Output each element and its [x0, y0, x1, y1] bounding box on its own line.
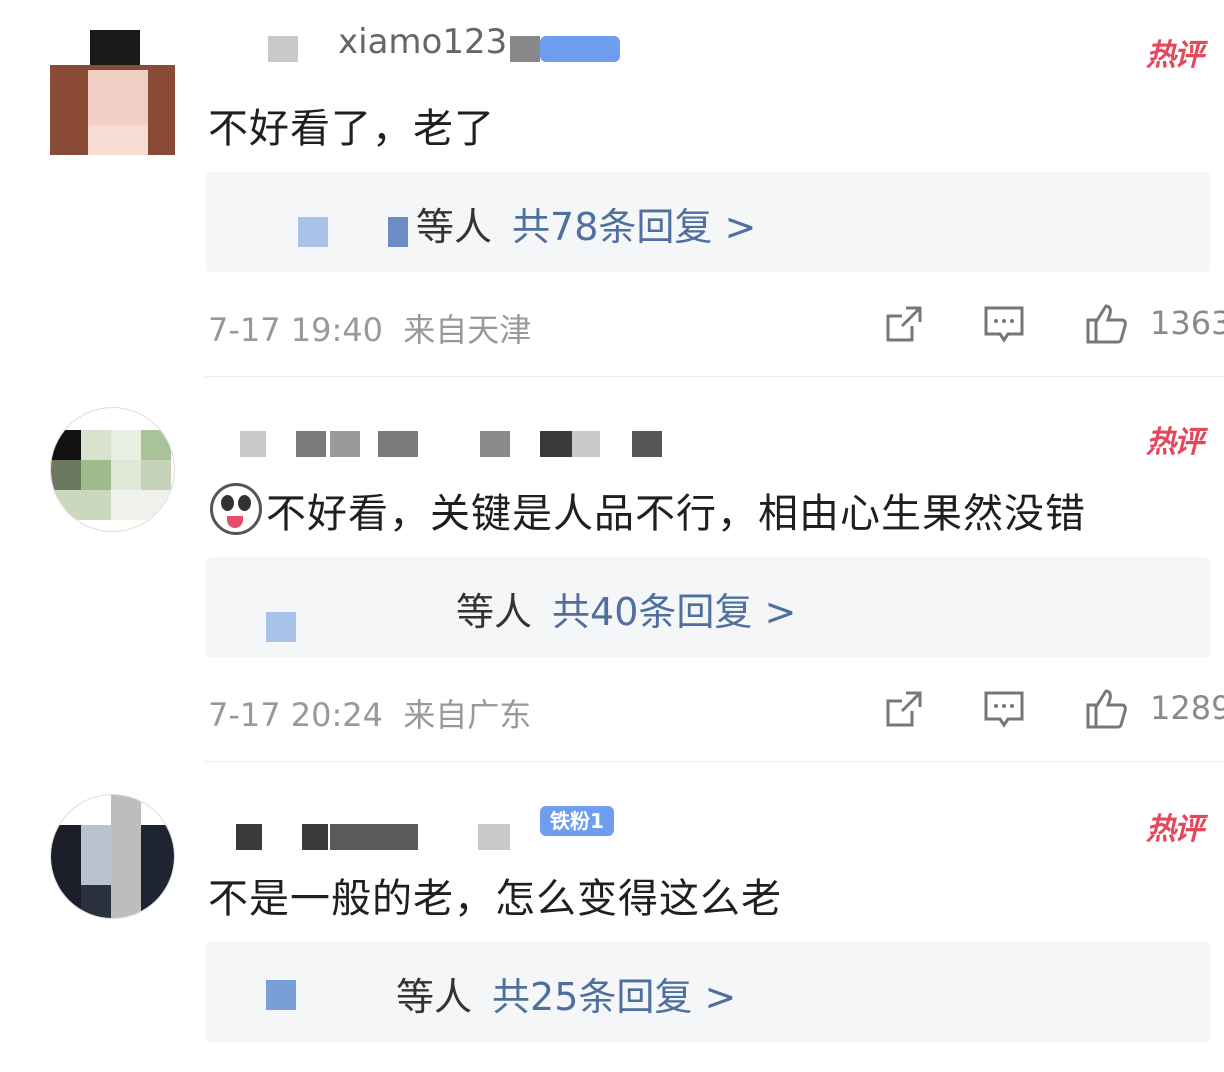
comment-time: 7-17 20:24: [208, 696, 384, 734]
comment-text: 不是一般的老，怎么变得这么老: [208, 876, 782, 922]
comment-meta: 7-17 19:40 来自天津: [208, 305, 531, 351]
hot-comment-tag: 热评: [1146, 38, 1204, 73]
like-icon[interactable]: [1084, 302, 1128, 346]
reply-summary[interactable]: 等人 共40条回复 >: [456, 581, 796, 636]
avatar[interactable]: [50, 30, 175, 155]
fan-badge: [540, 36, 620, 62]
reply-who: 等人: [456, 590, 533, 634]
divider: [205, 761, 1224, 762]
username[interactable]: [208, 431, 668, 457]
comment-1: xiamo123 热评 不好看了，老了 等人 共78条回复 > 7-17 19:4…: [0, 0, 1224, 385]
comment-3: 铁粉1 热评 不是一般的老，怎么变得这么老 等人 共25条回复 >: [0, 770, 1224, 1072]
comment-text: 不好看，关键是人品不行，相由心生果然没错: [210, 481, 1086, 539]
comment-meta: 7-17 20:24 来自广东: [208, 690, 531, 736]
replier-avatar: [266, 612, 296, 642]
reply-count-link[interactable]: 共25条回复 >: [492, 975, 736, 1019]
share-icon[interactable]: [882, 302, 926, 346]
divider: [205, 376, 1224, 377]
comment-2: 热评 不好看，关键是人品不行，相由心生果然没错 等人 共40条回复 > 7-17 …: [0, 385, 1224, 770]
reply-count-link[interactable]: 共40条回复 >: [552, 590, 796, 634]
comment-icon[interactable]: [982, 687, 1026, 731]
reply-box[interactable]: 等人 共78条回复 >: [206, 172, 1210, 272]
reply-summary[interactable]: 等人 共25条回复 >: [396, 966, 736, 1021]
like-icon[interactable]: [1084, 687, 1128, 731]
share-icon[interactable]: [882, 687, 926, 731]
fan-badge: 铁粉1: [540, 806, 614, 836]
reply-who: 等人: [396, 975, 473, 1019]
comment-time: 7-17 19:40: [208, 311, 384, 349]
comment-actions: 1363: [824, 302, 1224, 352]
replier-avatar: [298, 217, 328, 247]
hot-comment-tag: 热评: [1146, 425, 1204, 460]
replier-avatar: [266, 980, 296, 1010]
comment-text-content: 不好看，关键是人品不行，相由心生果然没错: [266, 491, 1086, 537]
like-count: 1363: [1150, 304, 1224, 342]
comment-location: 来自天津: [403, 311, 532, 349]
avatar[interactable]: [50, 794, 175, 919]
reply-box[interactable]: 等人 共40条回复 >: [206, 557, 1210, 657]
reply-who: 等人: [416, 205, 493, 249]
username[interactable]: xiamo123: [230, 22, 650, 62]
username-text: xiamo123: [338, 22, 508, 62]
reply-count-link[interactable]: 共78条回复 >: [512, 205, 756, 249]
comment-actions: 1289: [824, 687, 1224, 737]
reply-summary[interactable]: 等人 共78条回复 >: [416, 196, 756, 251]
hot-comment-tag: 热评: [1146, 812, 1204, 847]
avatar[interactable]: [50, 407, 175, 532]
reply-box[interactable]: 等人 共25条回复 >: [206, 942, 1210, 1042]
comment-location: 来自广东: [403, 696, 532, 734]
replier-avatar: [388, 217, 408, 247]
like-count: 1289: [1150, 689, 1224, 727]
comment-icon[interactable]: [982, 302, 1026, 346]
comment-text: 不好看了，老了: [208, 106, 495, 152]
dog-emoji-icon: [210, 483, 262, 535]
